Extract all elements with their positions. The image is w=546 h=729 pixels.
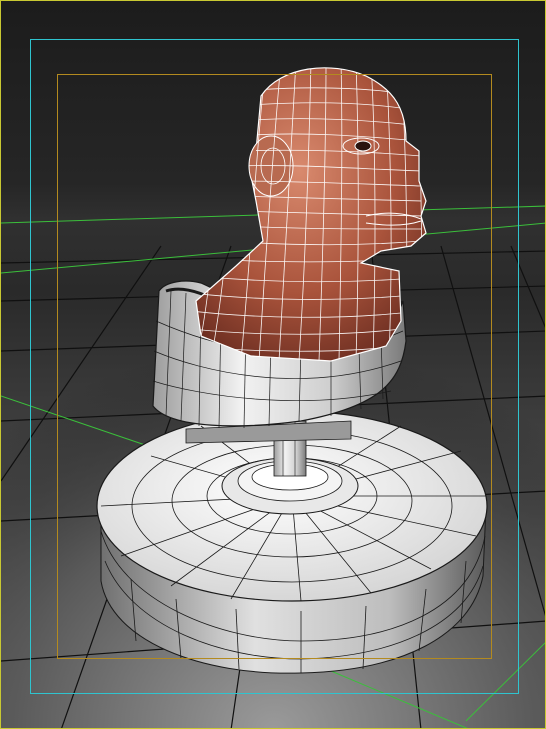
bust-head[interactable] [191,61,427,362]
3d-viewport[interactable] [0,0,546,729]
viewport-scene [1,61,545,728]
